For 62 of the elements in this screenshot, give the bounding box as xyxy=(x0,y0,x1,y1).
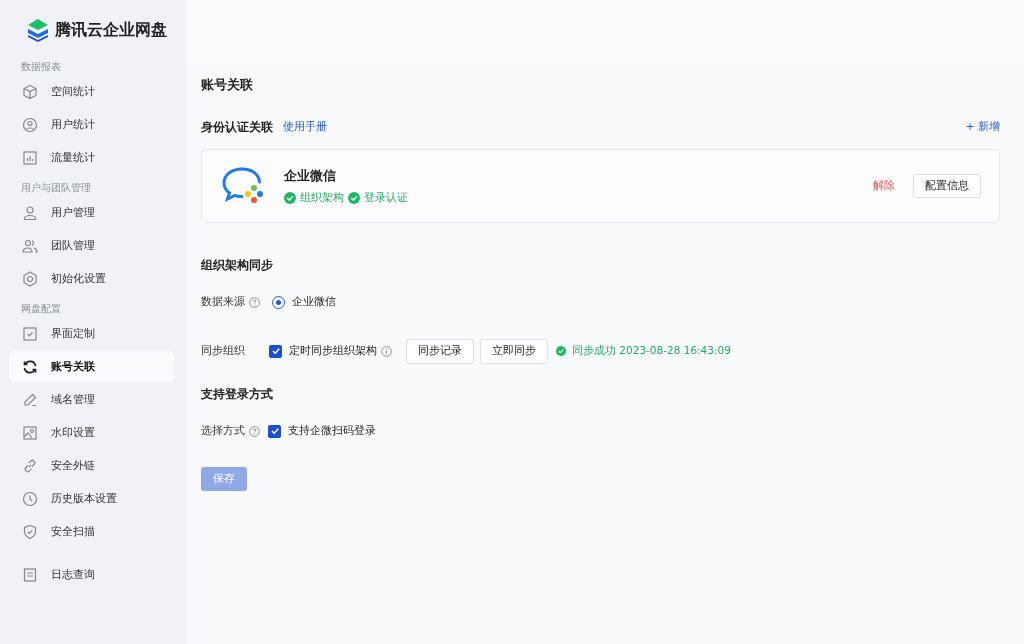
user-manual-link[interactable]: 使用手册 xyxy=(283,120,327,134)
sidebar-item[interactable]: 安全扫描 xyxy=(9,516,174,547)
check-circle-icon xyxy=(284,191,296,204)
gear-icon xyxy=(22,270,38,287)
section-title: 身份认证关联 xyxy=(201,118,273,136)
sidebar-item[interactable]: 团队管理 xyxy=(9,230,174,261)
feature-tag: 登录认证 xyxy=(364,190,408,205)
checkbox[interactable] xyxy=(268,424,281,438)
sidebar-item[interactable]: 界面定制 xyxy=(9,318,174,349)
sidebar-item[interactable]: 初始化设置 xyxy=(9,263,174,294)
field-label: 选择方式 xyxy=(201,424,245,438)
sidebar-item[interactable]: 日志查询 xyxy=(9,559,174,590)
sync-button[interactable]: 立即同步 xyxy=(480,338,548,364)
cube-icon xyxy=(22,83,38,100)
radio-button[interactable] xyxy=(272,295,285,309)
sidebar-item[interactable]: 历史版本设置 xyxy=(9,483,174,514)
unbind-link[interactable]: 解除 xyxy=(873,179,895,193)
shield-icon xyxy=(22,523,38,540)
chart-icon xyxy=(22,149,38,166)
sidebar-item[interactable]: 用户管理 xyxy=(9,197,174,228)
cloud-drive-logo-icon xyxy=(27,18,49,42)
sidebar-group-label: 数据报表 xyxy=(20,60,62,74)
doc-icon xyxy=(22,566,38,583)
add-link[interactable]: + 新增 xyxy=(965,120,1000,134)
user-icon xyxy=(22,204,38,221)
help-icon xyxy=(249,425,260,437)
brand-name: 腾讯云企业网盘 xyxy=(55,19,167,41)
sidebar-item[interactable]: 安全外链 xyxy=(9,450,174,481)
section-title: 组织架构同步 xyxy=(201,257,274,274)
sidebar-group-label: 用户与团队管理 xyxy=(20,181,92,195)
sync-status: 同步成功 2023-08-28 16:43:09 xyxy=(572,344,731,358)
page-title: 账号关联 xyxy=(201,76,254,94)
config-info-button[interactable]: 配置信息 xyxy=(913,174,981,198)
section-title: 支持登录方式 xyxy=(201,386,274,403)
checkbox-label: 定时同步组织架构 xyxy=(289,344,377,358)
link-icon xyxy=(22,457,38,474)
check-circle-icon xyxy=(556,346,566,356)
sync-button[interactable]: 同步记录 xyxy=(406,338,474,364)
users-icon xyxy=(22,237,38,254)
sidebar-item[interactable]: 域名管理 xyxy=(9,384,174,415)
clock-icon xyxy=(22,490,38,507)
check-circle-icon xyxy=(348,191,360,204)
field-label: 数据来源 xyxy=(201,295,245,309)
sidebar-item[interactable]: 账号关联 xyxy=(9,351,174,382)
sidebar-item[interactable]: 流量统计 xyxy=(9,142,174,173)
info-icon xyxy=(381,345,392,357)
pen-icon xyxy=(22,391,38,408)
checkbox-label: 支持企微扫码登录 xyxy=(288,424,376,438)
sync-icon xyxy=(22,358,38,375)
sidebar-item[interactable]: 空间统计 xyxy=(9,76,174,107)
sidebar-group-label: 网盘配置 xyxy=(20,302,62,316)
radio-label: 企业微信 xyxy=(292,295,336,309)
feature-tag: 组织架构 xyxy=(300,190,344,205)
field-label: 同步组织 xyxy=(201,344,246,358)
image-icon xyxy=(22,424,38,441)
checkbox[interactable] xyxy=(269,344,282,358)
sidebar-item[interactable]: 水印设置 xyxy=(9,417,174,448)
sidebar-item[interactable]: 用户统计 xyxy=(9,109,174,140)
check-square-icon xyxy=(22,325,38,342)
provider-name: 企业微信 xyxy=(284,167,337,185)
user-circle-icon xyxy=(22,116,38,133)
help-icon xyxy=(249,296,260,308)
